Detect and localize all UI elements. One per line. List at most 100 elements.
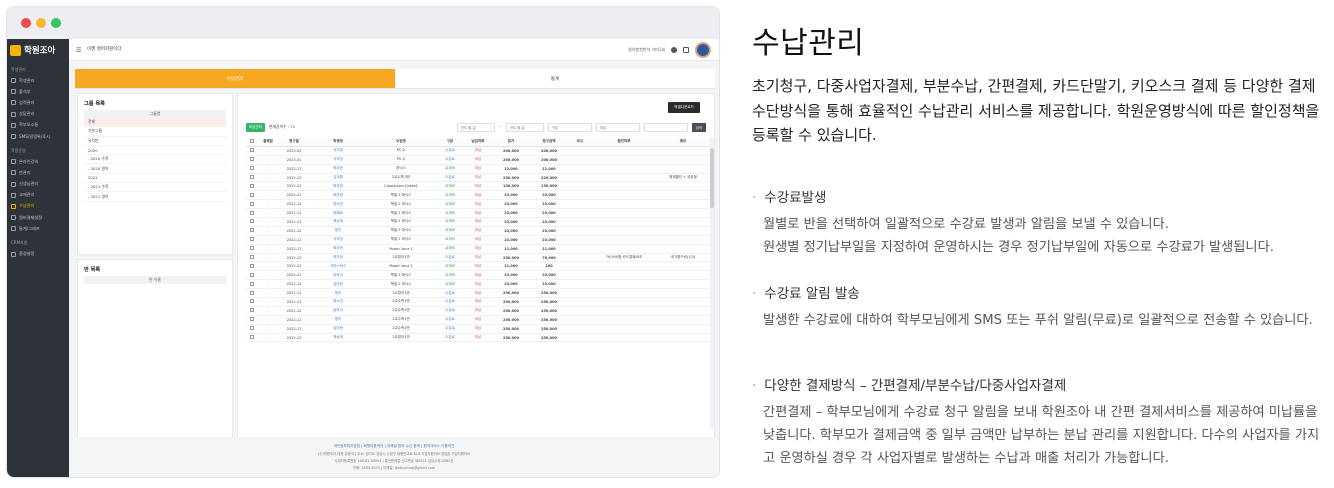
avatar: [695, 42, 711, 58]
footer-registration: 사업자등록번호 144-81-00044 | 통신판매업 신고번호 제2021-…: [334, 459, 454, 463]
table-cell: 책벌 2 파닉스: [390, 228, 412, 233]
table-row: - 2022-12 서지영 책벌 2 파닉스 교재비 미납 23,000 23,000: [246, 236, 710, 245]
group-row: 유치반: [84, 137, 226, 146]
row-checkbox: [250, 317, 254, 322]
app-footer: 개인정보처리방침 | 회원이용약관 | 이메일 정보 수신 동의 | 원격서비스…: [69, 437, 719, 477]
table-cell: 200,000: [503, 148, 519, 153]
table-cell: 미납: [474, 263, 482, 268]
table-cell: 12,000: [542, 166, 556, 171]
row-checkbox: [250, 192, 254, 197]
table-cell: 백승재: [333, 219, 343, 224]
table-cell: 명이: [334, 317, 342, 322]
app-topbar: ☰ 이젠 영어학원이다 원아봉천천석 가미1회: [69, 39, 719, 61]
sidebar-item: 상담관리: [7, 109, 69, 120]
table-cell: 미납: [474, 192, 482, 197]
table-cell: 2022-12: [286, 317, 302, 322]
table-row: - 2022-12 최우현 파닉스 교재비 미납 12,000 12,000: [246, 165, 710, 174]
table-row: - 2022-12 최우현 Power Voca 1 교재비 미납 11,000 11,000: [246, 245, 710, 254]
group-list-header: 그룹명: [84, 110, 226, 118]
row-checkbox: [250, 237, 254, 242]
row-checkbox: [250, 210, 254, 215]
table-cell: 23,000: [504, 237, 518, 242]
table-cell: 미납: [474, 255, 482, 260]
notification-icon: [683, 47, 689, 53]
table-cell: 11,000: [504, 246, 518, 251]
column-header: 원가: [507, 139, 515, 144]
table-cell: -: [267, 148, 269, 153]
table-cell: 2022-12: [286, 291, 302, 296]
table-cell: 250,000: [503, 317, 519, 322]
feature-body: 월별로 반을 선택하여 일괄적으로 수강료 발생과 알림을 보낼 수 있습니다.…: [763, 217, 1274, 255]
table-cell: 2022-12: [286, 202, 302, 207]
row-checkbox: [250, 263, 254, 268]
table-cell: 미납: [474, 157, 482, 162]
table-cell: 2022-12: [286, 335, 302, 340]
group-row: 2021: [84, 174, 226, 184]
table-cell: 파닉스: [396, 166, 406, 171]
table-cell: 최우현: [333, 255, 343, 260]
table-cell: 교재비: [445, 192, 455, 197]
table-cell: 미납: [474, 175, 482, 179]
table-cell: 서지영: [333, 148, 343, 153]
menu-item-icon: [11, 159, 16, 165]
menu-item-icon: [11, 226, 16, 232]
table-cell: 250,000: [541, 299, 557, 304]
table-cell: 220,000: [541, 175, 557, 180]
table-cell: 정소연: [333, 201, 343, 206]
group-row: 2020: [84, 146, 226, 156]
sidebar-item: 환경설정: [7, 248, 69, 259]
table-cell: 200,000: [503, 157, 519, 162]
table-cell: 윤해요: [333, 210, 343, 215]
table-cell: 명이: [334, 228, 342, 233]
column-header: 학생명: [333, 139, 343, 144]
table-row: - 2022-12 정소연 2교수학1반 수강료 미납 250,000 250,000: [246, 298, 710, 307]
table-cell: 250,000: [503, 175, 519, 180]
table-cell: 교재비: [445, 219, 455, 224]
menu-item-icon: [11, 203, 16, 209]
row-checkbox: [250, 326, 254, 331]
table-row: - 2022-12 명이 2교수학1반 수강료 미납 250,000 250,000: [246, 316, 710, 325]
table-cell: 2교수학고반: [391, 175, 411, 179]
table-cell: 200,000: [541, 157, 557, 162]
table-cell: 미납: [474, 281, 482, 286]
table-row: - 2022-12 명이 2교영어1반 수강료 미납 250,000 250,000: [246, 289, 710, 299]
table-row: - 2023-01 서지영 PS 수 수강료 미납 200,000 200,000: [246, 156, 710, 165]
menu-item-icon: [11, 170, 16, 176]
table-cell: 2교영어1반: [392, 290, 410, 295]
table-cell: -: [267, 246, 269, 251]
table-cell: -: [267, 335, 269, 340]
table-cell: 수강료: [445, 255, 455, 260]
table-cell: 2022-12: [286, 264, 302, 269]
table-row: - 2022-12 송하서 책벌 2 파닉스 교재비 미납 23,000 23,000: [246, 271, 710, 281]
table-cell: 23,000: [542, 237, 556, 242]
table-cell: 23,000: [504, 202, 518, 207]
help-icon: [671, 47, 677, 53]
table-cell: PS 수: [396, 148, 406, 153]
row-checkbox: [250, 299, 254, 304]
table-cell: 교재비: [445, 210, 455, 215]
table-cell: 2교영어1반: [392, 255, 410, 260]
date-to-field: 연도-월-일: [505, 122, 544, 132]
group-row: - 2020 영어: [84, 164, 226, 174]
table-cell: 송하서: [333, 272, 343, 277]
table-cell: 최우현: [333, 192, 343, 197]
page: 학원조아 학생관리 학생관리 출석부 성적관리 상담관리 학부모소통 SMS/알림톡/푸시…: [0, 0, 1334, 488]
table-cell: 수강료: [445, 317, 455, 322]
table-cell: 수강료: [445, 290, 455, 295]
table-cell: -: [267, 308, 269, 313]
table-cell: 미납: [474, 201, 482, 206]
table-cell: 11,000: [504, 264, 518, 269]
page-title: 수납관리: [752, 26, 865, 61]
table-cell: 250,000: [503, 326, 519, 331]
table-row: - 2022-12 김교원 2교수학고반 수강료 미납 250,000 220,000 형제할인…: [246, 174, 710, 183]
group-list-title: 그룹 목록: [84, 101, 105, 107]
table-row: - 2022-12 명이 책벌 2 파닉스 교재비 미납 23,000 23,000: [246, 227, 710, 236]
table-cell: 미납: [474, 183, 482, 188]
feature-fee-generation: · 수강료발생 월별로 반을 선택하여 일괄적으로 수강료 발생과 알림을 보낼 …: [752, 188, 1327, 259]
table-cell: -: [267, 282, 269, 287]
table-cell: 김아현: [333, 326, 343, 331]
table-cell: 미납: [474, 272, 482, 277]
table-cell: 미납: [474, 326, 482, 331]
class-list-title: 반 목록: [84, 267, 101, 273]
sidebar-item: 교재관리: [7, 190, 69, 201]
